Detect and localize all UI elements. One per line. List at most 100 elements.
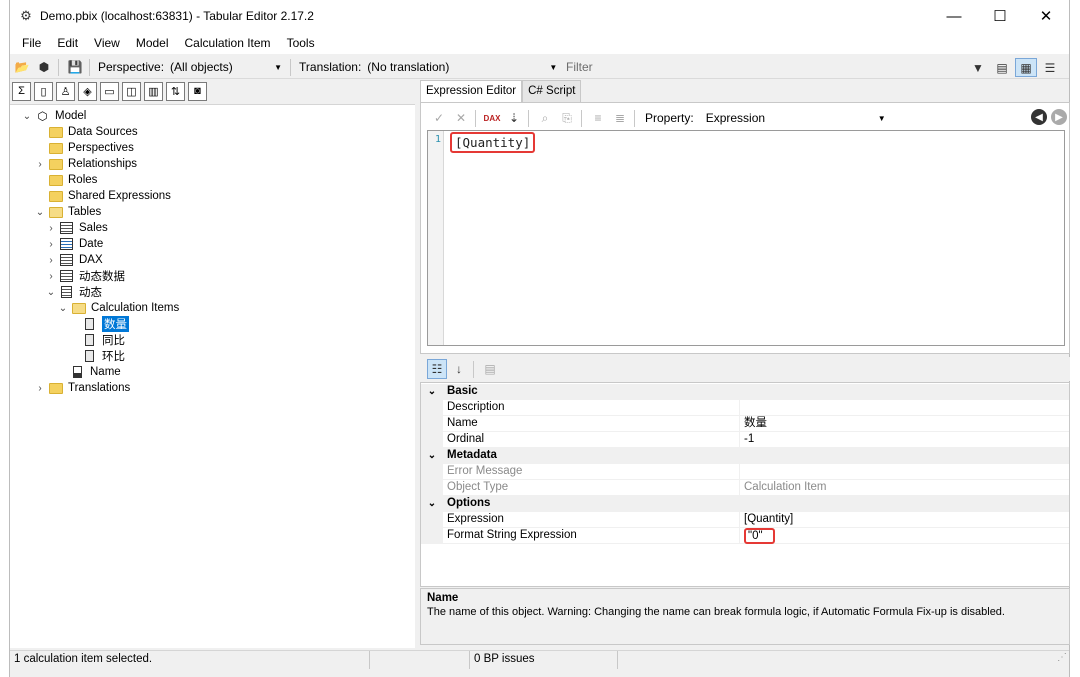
show-partitions-icon[interactable]: ◈ — [78, 81, 97, 101]
properties-view-icon[interactable]: ▦ — [1015, 58, 1037, 77]
chevron-right-icon[interactable]: › — [46, 255, 56, 266]
tree-node-data-sources[interactable]: Data Sources — [35, 124, 138, 140]
tree-node-calculation-items[interactable]: ⌄ Calculation Items — [58, 300, 179, 316]
dax-format-icon[interactable]: DAX — [482, 108, 502, 128]
back-arrow-icon[interactable]: ◀ — [1031, 109, 1047, 125]
resize-grip-icon[interactable]: ⋰ — [1057, 652, 1067, 663]
property-row[interactable]: Format String Expression "0" — [421, 528, 1069, 544]
tree-node-item-quantity[interactable]: 数量 — [82, 316, 129, 332]
code-line[interactable]: [Quantity] — [450, 132, 536, 153]
tree-node-translations[interactable]: › Translations — [35, 380, 130, 396]
show-all-icon[interactable]: ◫ — [122, 81, 141, 101]
comment-icon[interactable]: ≡ — [588, 108, 608, 128]
grid-view-icon[interactable]: ▤ — [991, 58, 1013, 77]
accept-check-icon[interactable]: ✓ — [429, 108, 449, 128]
chevron-right-icon[interactable]: › — [35, 159, 45, 170]
open-icon[interactable]: 📂 — [12, 57, 32, 77]
property-label: Property: — [645, 111, 694, 125]
tree-node-column-name[interactable]: Name — [70, 364, 121, 380]
tree-node-relationships[interactable]: › Relationships — [35, 156, 137, 172]
tree-node-table-sales[interactable]: › Sales — [46, 220, 108, 236]
tree-node-tables[interactable]: ⌄ Tables — [35, 204, 101, 220]
chevron-right-icon[interactable]: › — [46, 239, 56, 250]
chevron-down-icon[interactable]: ⌄ — [421, 384, 443, 400]
minimize-button[interactable]: — — [931, 0, 977, 32]
category-metadata[interactable]: ⌄ Metadata — [421, 448, 1069, 464]
deploy-icon[interactable]: ⬢ — [34, 57, 54, 77]
property-dropdown[interactable]: Expression ▼ — [700, 109, 890, 128]
property-row[interactable]: Object Type Calculation Item — [421, 480, 1069, 496]
forward-arrow-icon[interactable]: ▶ — [1051, 109, 1067, 125]
chevron-down-icon[interactable]: ⌄ — [58, 303, 68, 314]
menu-view[interactable]: View — [86, 33, 128, 53]
tree-node-item-yoy[interactable]: 同比 — [82, 332, 125, 348]
date-table-icon — [59, 238, 74, 251]
table-icon — [59, 270, 74, 283]
format-string-value[interactable]: "0" — [744, 528, 775, 544]
property-pages-icon[interactable]: ▤ — [480, 359, 500, 379]
perspective-value: (All objects) — [170, 59, 233, 74]
chevron-down-icon[interactable]: ⌄ — [35, 207, 45, 218]
chevron-down-icon[interactable]: ⌄ — [421, 448, 443, 464]
tab-expression-editor[interactable]: Expression Editor — [420, 80, 523, 103]
tab-csharp-script[interactable]: C# Script — [522, 80, 582, 102]
show-columns-icon[interactable]: ▯ — [34, 81, 53, 101]
display-folders-icon[interactable]: ▥ — [144, 81, 163, 101]
model-cube-icon: ⬡ — [37, 111, 48, 123]
filter-funnel-icon[interactable]: ▼ — [967, 58, 989, 77]
folder-icon — [48, 174, 63, 187]
property-value: Expression — [705, 110, 766, 125]
category-options[interactable]: ⌄ Options — [421, 496, 1069, 512]
property-row[interactable]: Expression [Quantity] — [421, 512, 1069, 528]
folder-icon — [48, 190, 63, 203]
status-bp-issues[interactable]: 0 BP issues — [470, 651, 618, 669]
category-basic[interactable]: ⌄ Basic — [421, 384, 1069, 400]
dependencies-icon[interactable]: ⇣ — [504, 108, 524, 128]
menu-file[interactable]: File — [14, 33, 49, 53]
save-icon[interactable]: 💾 — [65, 57, 85, 77]
sort-icon[interactable]: ⇅ — [166, 81, 185, 101]
show-hidden-icon[interactable]: ▭ — [100, 81, 119, 101]
property-row[interactable]: Error Message — [421, 464, 1069, 480]
metadata-icon[interactable]: ◙ — [188, 81, 207, 101]
menu-model[interactable]: Model — [128, 33, 177, 53]
show-measures-icon[interactable]: Σ — [12, 81, 31, 101]
tree-label: 环比 — [102, 351, 125, 363]
chevron-down-icon[interactable]: ⌄ — [46, 287, 56, 298]
property-row[interactable]: Ordinal -1 — [421, 432, 1069, 448]
property-row[interactable]: Description — [421, 400, 1069, 416]
tree-node-table-date[interactable]: › Date — [46, 236, 103, 252]
chevron-down-icon[interactable]: ⌄ — [22, 111, 32, 122]
categorized-icon[interactable]: ☷ — [427, 359, 447, 379]
tree-node-table-dynamic-data[interactable]: › 动态数据 — [46, 268, 125, 284]
perspective-dropdown[interactable]: (All objects) ▼ — [164, 58, 286, 77]
menu-edit[interactable]: Edit — [49, 33, 86, 53]
chevron-right-icon[interactable]: › — [46, 271, 56, 282]
tree-node-shared-expressions[interactable]: Shared Expressions — [35, 188, 171, 204]
filter-input[interactable]: Filter — [558, 58, 958, 77]
tree-node-table-dynamic[interactable]: ⌄ 动态 — [46, 284, 102, 300]
tree-node-model[interactable]: ⌄ ⬡ Model — [22, 108, 87, 124]
chevron-right-icon[interactable]: › — [35, 383, 45, 394]
show-hierarchies-icon[interactable]: ♙ — [56, 81, 75, 101]
list-view-icon[interactable]: ☰ — [1039, 58, 1061, 77]
maximize-button[interactable]: ☐ — [977, 0, 1023, 32]
chevron-right-icon[interactable]: › — [46, 223, 56, 234]
close-button[interactable]: ✕ — [1023, 0, 1069, 32]
code-editor[interactable]: 1 [Quantity] — [427, 130, 1065, 346]
menu-calculation-item[interactable]: Calculation Item — [177, 33, 279, 53]
find-icon[interactable]: ⌕ — [535, 108, 555, 128]
folder-icon — [48, 382, 63, 395]
replace-icon[interactable]: ⎘ — [557, 108, 577, 128]
menu-tools[interactable]: Tools — [279, 33, 323, 53]
tree-node-item-mom[interactable]: 环比 — [82, 348, 125, 364]
chevron-down-icon[interactable]: ⌄ — [421, 496, 443, 512]
tree-node-table-dax[interactable]: › DAX — [46, 252, 103, 268]
tree-node-perspectives[interactable]: Perspectives — [35, 140, 134, 156]
sort-alphabetical-icon[interactable]: ↓ — [449, 359, 469, 379]
tree-node-roles[interactable]: Roles — [35, 172, 97, 188]
translation-dropdown[interactable]: (No translation) ▼ — [361, 58, 561, 77]
uncomment-icon[interactable]: ≣ — [610, 108, 630, 128]
cancel-x-icon[interactable]: ✕ — [451, 108, 471, 128]
property-row[interactable]: Name 数量 — [421, 416, 1069, 432]
